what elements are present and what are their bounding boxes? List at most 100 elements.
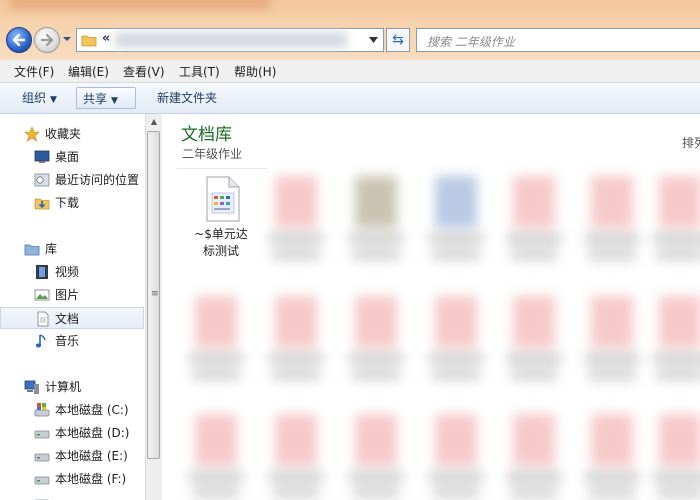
system-drive-icon <box>34 403 50 417</box>
redacted-file-item <box>581 176 641 268</box>
computer-icon <box>24 380 39 394</box>
share-button[interactable]: 共享 ▼ <box>76 87 136 109</box>
nav-libraries[interactable]: 库 <box>0 238 144 260</box>
nav-favorites-label: 收藏夹 <box>45 127 82 141</box>
file-item[interactable]: ~$单元达 标测试 <box>181 176 261 266</box>
nav-item-label: 桌面 <box>55 150 80 164</box>
hard-drive-icon <box>35 499 49 500</box>
nav-item-drive-f[interactable]: 本地磁盘 (F:) <box>0 468 144 490</box>
nav-item-label: 本地磁盘 (C:) <box>55 403 129 417</box>
command-bar: 组织 ▼ 共享 ▼ 新建文件夹 <box>0 83 700 114</box>
redacted-file-item <box>345 296 405 388</box>
new-folder-button[interactable]: 新建文件夹 <box>151 87 223 109</box>
grip-icon: ≡ <box>151 289 159 299</box>
menu-view[interactable]: 查看(V) <box>123 63 165 80</box>
menu-tools[interactable]: 工具(T) <box>179 63 220 80</box>
redacted-file-item <box>503 296 563 388</box>
redacted-file-item <box>649 176 700 268</box>
menu-bar: 文件(F) 编辑(E) 查看(V) 工具(T) 帮助(H) <box>0 60 700 83</box>
nav-item-music[interactable]: 音乐 <box>0 330 144 352</box>
redacted-file-item <box>503 176 563 268</box>
breadcrumb-overflow[interactable]: « <box>102 31 110 46</box>
hard-drive-icon <box>34 476 50 485</box>
libraries-icon <box>24 244 40 256</box>
redacted-file-item <box>185 414 245 500</box>
nav-item-recent[interactable]: 最近访问的位置 <box>0 169 144 191</box>
recent-places-icon <box>34 173 50 187</box>
nav-item-label: 最近访问的位置 <box>55 173 140 187</box>
file-name-line-2: 标测试 <box>202 244 239 258</box>
forward-button[interactable] <box>34 27 60 53</box>
video-icon <box>36 265 48 279</box>
search-input[interactable]: 搜索 二年级作业 <box>427 33 515 50</box>
menu-help[interactable]: 帮助(H) <box>234 63 276 80</box>
nav-favorites[interactable]: 收藏夹 <box>0 123 144 145</box>
nav-item-pictures[interactable]: 图片 <box>0 284 144 306</box>
header-divider <box>177 168 267 169</box>
refresh-icon: ⇆ <box>392 32 404 48</box>
nav-item-label: 音乐 <box>55 334 80 348</box>
redacted-file-item <box>265 296 325 388</box>
breadcrumb-redacted <box>115 32 347 48</box>
new-folder-label: 新建文件夹 <box>157 91 218 105</box>
redacted-file-item <box>503 414 563 500</box>
nav-item-downloads[interactable]: 下载 <box>0 192 144 214</box>
address-dropdown-icon[interactable] <box>369 37 378 43</box>
recent-pages-dropdown-icon[interactable] <box>62 36 72 42</box>
redacted-file-item <box>265 414 325 500</box>
search-box[interactable]: 搜索 二年级作业 <box>416 28 700 52</box>
menu-edit[interactable]: 编辑(E) <box>68 63 109 80</box>
nav-item-partial[interactable] <box>0 491 144 500</box>
arrow-left-icon <box>12 33 26 47</box>
address-bar[interactable]: « <box>76 28 384 52</box>
nav-item-documents[interactable]: 文档 <box>0 307 144 329</box>
downloads-folder-icon <box>34 198 50 210</box>
organize-button[interactable]: 组织 ▼ <box>16 87 63 109</box>
nav-item-drive-d[interactable]: 本地磁盘 (D:) <box>0 422 144 444</box>
desktop-icon <box>34 150 50 163</box>
chevron-down-icon: ▼ <box>50 95 57 105</box>
library-subtitle: 二年级作业 <box>182 147 243 161</box>
organize-label: 组织 <box>22 91 47 105</box>
pictures-icon <box>34 289 50 301</box>
chevron-down-icon: ▼ <box>111 96 118 106</box>
nav-item-label: 文档 <box>55 312 80 326</box>
refresh-button[interactable]: ⇆ <box>386 28 410 52</box>
hard-drive-icon <box>34 430 50 439</box>
arrange-by-label[interactable]: 排列 <box>682 134 700 151</box>
arrow-right-icon <box>40 33 54 47</box>
window-title-redacted <box>10 0 270 10</box>
file-list-pane: 文档库 二年级作业 排列 ~$单元达 标测试 <box>163 114 700 500</box>
redacted-file-item <box>425 176 485 268</box>
nav-computer[interactable]: 计算机 <box>0 376 144 398</box>
file-name-line-1: ~$单元达 <box>194 227 248 241</box>
nav-item-label: 下载 <box>55 196 80 210</box>
nav-item-label: 图片 <box>55 288 80 302</box>
scroll-up-arrow-icon[interactable]: ▲ <box>146 114 162 130</box>
word-temp-file-icon <box>206 176 240 222</box>
file-name[interactable]: ~$单元达 标测试 <box>181 226 261 260</box>
nav-item-drive-c[interactable]: 本地磁盘 (C:) <box>0 399 144 421</box>
title-bar: « ⇆ 搜索 二年级作业 <box>0 0 700 60</box>
nav-scrollbar[interactable]: ▲ ≡ <box>145 114 162 500</box>
documents-icon <box>37 311 49 327</box>
nav-item-label: 本地磁盘 (E:) <box>55 449 128 463</box>
hard-drive-icon <box>34 453 50 462</box>
redacted-file-item <box>425 414 485 500</box>
menu-file[interactable]: 文件(F) <box>14 63 54 80</box>
redacted-file-item <box>265 176 325 268</box>
redacted-file-item <box>649 414 700 500</box>
redacted-file-item <box>185 296 245 388</box>
nav-item-label: 本地磁盘 (D:) <box>55 426 130 440</box>
nav-item-drive-e[interactable]: 本地磁盘 (E:) <box>0 445 144 467</box>
scroll-thumb[interactable]: ≡ <box>147 131 160 459</box>
redacted-file-item <box>345 414 405 500</box>
nav-item-desktop[interactable]: 桌面 <box>0 146 144 168</box>
back-button[interactable] <box>6 27 32 53</box>
share-label: 共享 <box>83 92 108 106</box>
nav-item-label: 视频 <box>55 265 80 279</box>
nav-computer-label: 计算机 <box>45 380 82 394</box>
redacted-file-item <box>581 414 641 500</box>
navigation-pane: 收藏夹 桌面 最近访问的位置 下载 库 视频 图片 文档 音乐 计算机 本地磁盘… <box>0 114 162 500</box>
nav-item-videos[interactable]: 视频 <box>0 261 144 283</box>
